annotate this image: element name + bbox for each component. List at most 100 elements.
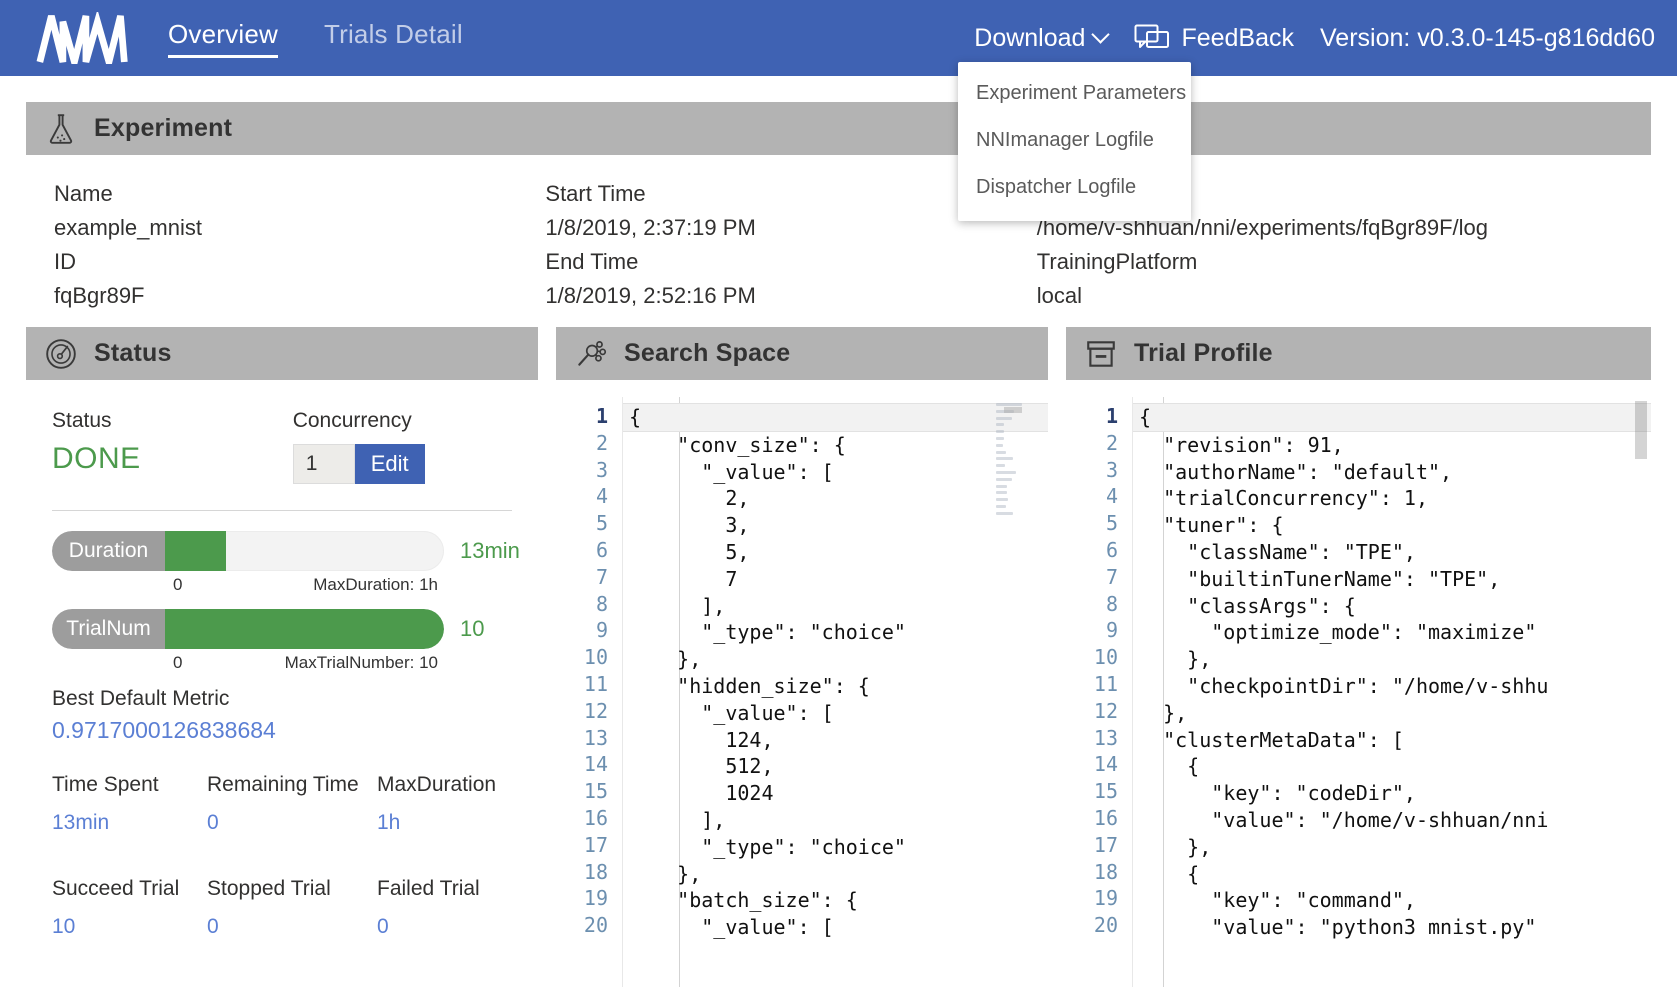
- code-line[interactable]: 124,: [623, 727, 1048, 754]
- search-space-minimap[interactable]: [996, 403, 1022, 543]
- stopped-trial-value: 0: [207, 910, 377, 944]
- code-line[interactable]: "value": "/home/v-shhuan/nni: [1133, 807, 1651, 834]
- code-line[interactable]: 512,: [623, 753, 1048, 780]
- line-number: 7: [556, 564, 608, 591]
- code-line[interactable]: 1024: [623, 780, 1048, 807]
- training-platform-label: TrainingPlatform: [1037, 245, 1651, 279]
- succeed-trial-label: Succeed Trial: [52, 872, 207, 906]
- duration-bar-tag: Duration: [52, 531, 165, 571]
- download-menu-button[interactable]: Download: [974, 24, 1108, 53]
- menu-item-dispatcher-logfile[interactable]: Dispatcher Logfile: [958, 164, 1191, 211]
- trial-profile-title-bar: Trial Profile: [1066, 327, 1651, 380]
- feedback-label: FeedBack: [1181, 24, 1294, 53]
- line-number: 12: [1066, 698, 1118, 725]
- code-line[interactable]: {: [1133, 753, 1651, 780]
- line-number: 6: [1066, 537, 1118, 564]
- top-right-actions: Download FeedBack Version: v0.3.0-145-g8…: [974, 24, 1655, 53]
- status-top-row: Status DONE Concurrency Edit: [52, 406, 512, 484]
- menu-item-nnimanager-logfile[interactable]: NNImanager Logfile: [958, 117, 1191, 164]
- line-number: 7: [1066, 564, 1118, 591]
- code-line[interactable]: "checkpointDir": "/home/v-shhu: [1133, 673, 1651, 700]
- line-number: 18: [1066, 859, 1118, 886]
- duration-progress-row: Duration 13min: [52, 531, 512, 571]
- end-time-label: End Time: [545, 245, 1036, 279]
- trial-profile-code[interactable]: { "revision": 91, "authorName": "default…: [1132, 397, 1651, 987]
- code-line[interactable]: },: [1133, 700, 1651, 727]
- status-title-bar: Status: [26, 327, 538, 380]
- code-line[interactable]: "clusterMetaData": [: [1133, 727, 1651, 754]
- line-number: 14: [1066, 751, 1118, 778]
- trial-profile-line-numbers: 1234567891011121314151617181920: [1066, 397, 1132, 987]
- duration-progress-bar: Duration: [52, 531, 444, 571]
- chevron-down-icon: [1094, 28, 1108, 42]
- code-line[interactable]: },: [623, 861, 1048, 888]
- code-line[interactable]: "value": "python3 mnist.py": [1133, 914, 1651, 941]
- line-number: 3: [1066, 457, 1118, 484]
- line-number: 3: [556, 457, 608, 484]
- code-line[interactable]: {: [1133, 403, 1651, 432]
- line-number: 8: [1066, 591, 1118, 618]
- code-line[interactable]: "trialConcurrency": 1,: [1133, 485, 1651, 512]
- best-default-metric-value[interactable]: 0.9717000126838684: [52, 717, 512, 744]
- chat-bubble-icon: [1134, 24, 1170, 52]
- status-metrics-grid: Time Spent Remaining Time MaxDuration 13…: [52, 768, 512, 944]
- code-line[interactable]: "key": "codeDir",: [1133, 780, 1651, 807]
- code-line[interactable]: "_type": "choice": [623, 619, 1048, 646]
- code-line[interactable]: 7: [623, 566, 1048, 593]
- search-space-code[interactable]: { "conv_size": { "_value": [ 2, 3, 5, 7 …: [622, 397, 1048, 987]
- code-line[interactable]: 2,: [623, 485, 1048, 512]
- code-line[interactable]: ],: [623, 593, 1048, 620]
- code-line[interactable]: },: [623, 646, 1048, 673]
- code-line[interactable]: 5,: [623, 539, 1048, 566]
- code-line[interactable]: "batch_size": {: [623, 887, 1048, 914]
- trial-profile-editor[interactable]: 1234567891011121314151617181920 { "revis…: [1066, 397, 1651, 987]
- code-line[interactable]: "conv_size": {: [623, 432, 1048, 459]
- code-line[interactable]: "_value": [: [623, 914, 1048, 941]
- concurrency-label: Concurrency: [293, 406, 425, 436]
- duration-bar-captions: 0 MaxDuration: 1h: [52, 575, 444, 595]
- line-number: 10: [1066, 644, 1118, 671]
- code-line[interactable]: },: [1133, 834, 1651, 861]
- menu-item-experiment-parameters[interactable]: Experiment Parameters: [958, 70, 1191, 117]
- line-number: 18: [556, 859, 608, 886]
- max-duration-label: MaxDuration: [377, 768, 512, 802]
- code-line[interactable]: "authorName": "default",: [1133, 459, 1651, 486]
- code-line[interactable]: "className": "TPE",: [1133, 539, 1651, 566]
- search-space-panel: Search Space 123456789101112131415161718…: [556, 327, 1048, 987]
- code-line[interactable]: 3,: [623, 512, 1048, 539]
- code-line[interactable]: "revision": 91,: [1133, 432, 1651, 459]
- concurrency-control: Edit: [293, 444, 425, 484]
- feedback-link[interactable]: FeedBack: [1134, 24, 1294, 53]
- line-number: 10: [556, 644, 608, 671]
- metrics-spacer: [52, 844, 512, 868]
- line-number: 5: [1066, 510, 1118, 537]
- time-spent-label: Time Spent: [52, 768, 207, 802]
- code-line[interactable]: "tuner": {: [1133, 512, 1651, 539]
- minimap-slider[interactable]: [1004, 407, 1022, 413]
- code-line[interactable]: "hidden_size": {: [623, 673, 1048, 700]
- code-line[interactable]: ],: [623, 807, 1048, 834]
- nav-tab-trials-detail[interactable]: Trials Detail: [324, 19, 463, 58]
- concurrency-group: Concurrency Edit: [293, 406, 425, 484]
- experiment-id-label: ID: [54, 245, 545, 279]
- remaining-time-label: Remaining Time: [207, 768, 377, 802]
- code-line[interactable]: "_value": [: [623, 459, 1048, 486]
- duration-value: 13min: [460, 538, 520, 564]
- code-line[interactable]: "optimize_mode": "maximize": [1133, 619, 1651, 646]
- code-line[interactable]: "key": "command",: [1133, 887, 1651, 914]
- concurrency-edit-button[interactable]: Edit: [355, 444, 425, 484]
- code-line[interactable]: "_value": [: [623, 700, 1048, 727]
- nav-tab-overview[interactable]: Overview: [168, 19, 278, 58]
- trial-profile-title: Trial Profile: [1134, 339, 1273, 368]
- code-line[interactable]: {: [623, 403, 1048, 432]
- line-number: 15: [1066, 778, 1118, 805]
- code-line[interactable]: "builtinTunerName": "TPE",: [1133, 566, 1651, 593]
- code-line[interactable]: "_type": "choice": [623, 834, 1048, 861]
- code-line[interactable]: },: [1133, 646, 1651, 673]
- code-line[interactable]: {: [1133, 861, 1651, 888]
- concurrency-input[interactable]: [293, 444, 355, 484]
- nni-logo-icon[interactable]: [36, 12, 132, 64]
- trial-profile-scrollbar[interactable]: [1635, 401, 1647, 459]
- search-space-editor[interactable]: 1234567891011121314151617181920: [556, 397, 1048, 987]
- code-line[interactable]: "classArgs": {: [1133, 593, 1651, 620]
